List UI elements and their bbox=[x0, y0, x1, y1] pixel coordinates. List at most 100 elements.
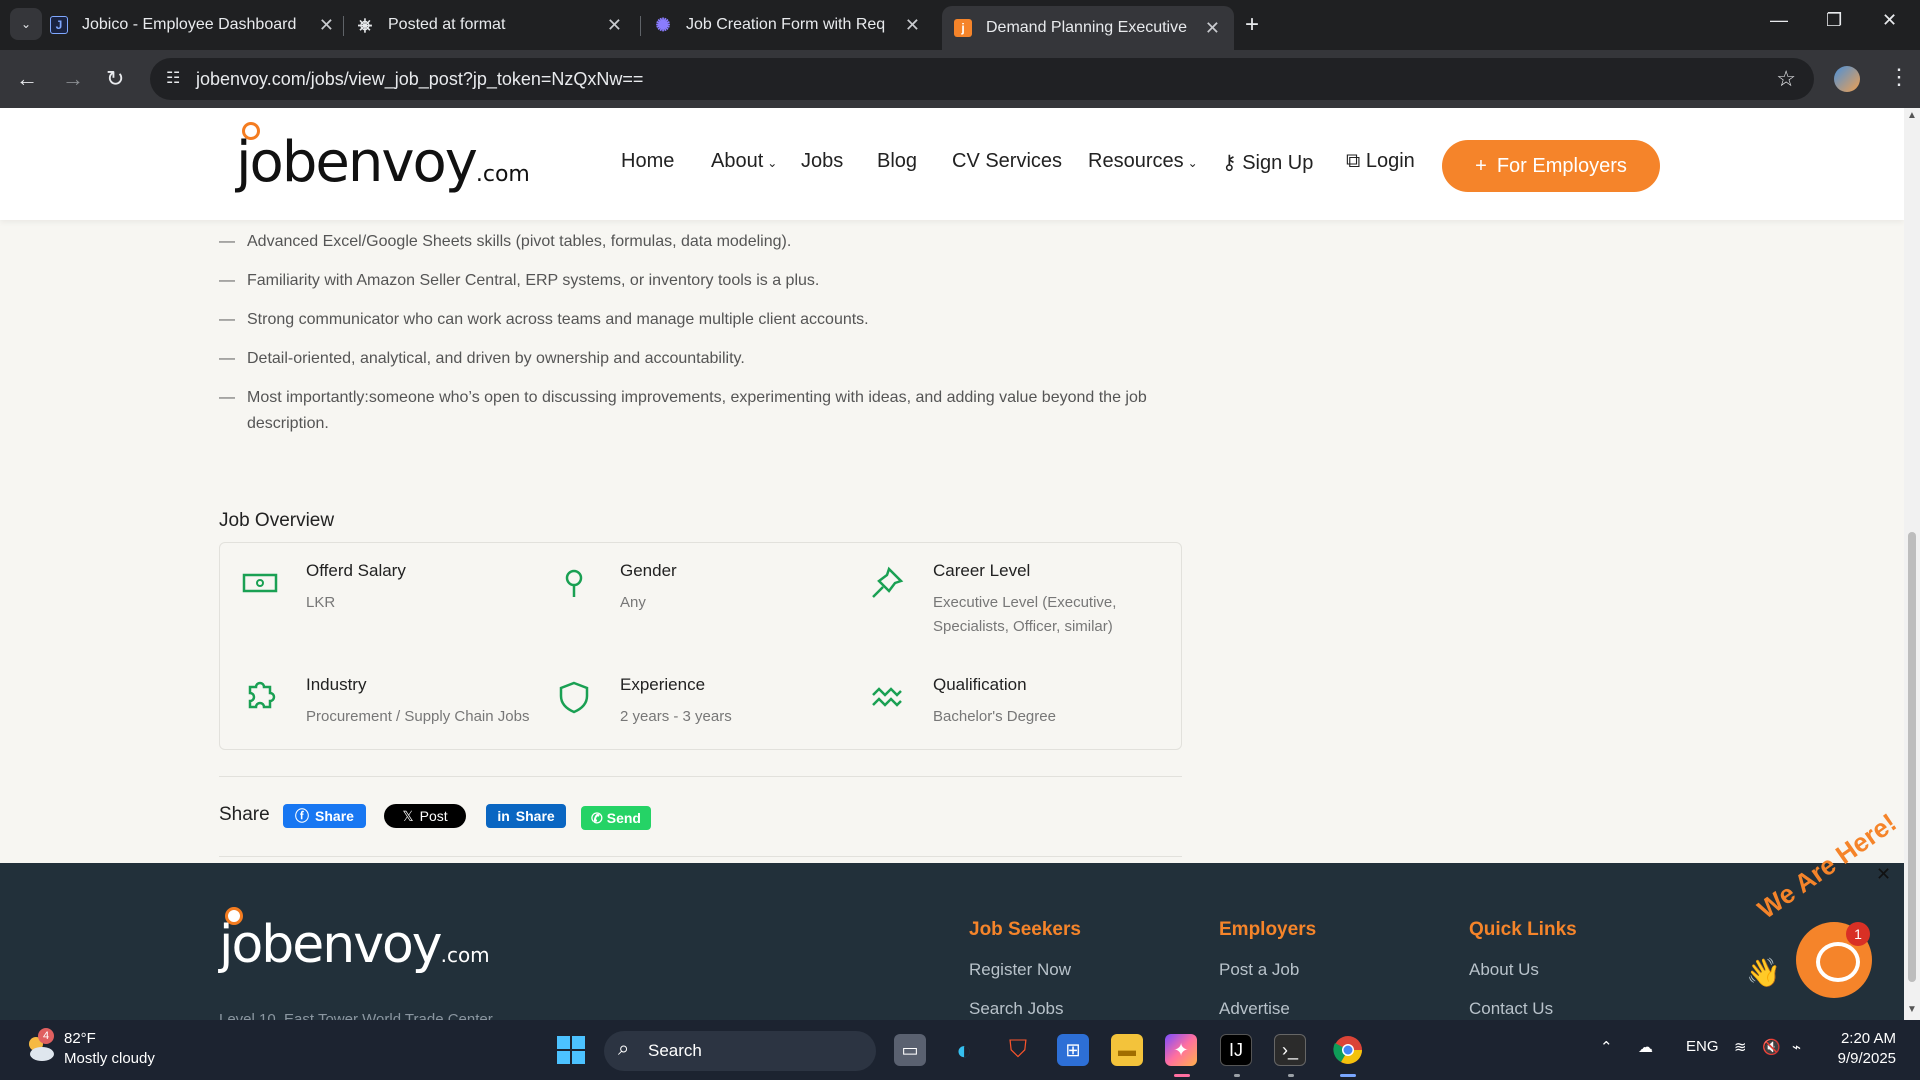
footer-link-advertise[interactable]: Advertise bbox=[1219, 999, 1290, 1019]
tab-title: Jobico - Employee Dashboard bbox=[82, 16, 297, 33]
close-icon[interactable]: ✕ bbox=[607, 15, 622, 36]
money-icon bbox=[242, 573, 278, 593]
overview-value: 2 years - 3 years bbox=[620, 708, 732, 725]
footer-link-register[interactable]: Register Now bbox=[969, 960, 1071, 980]
terminal-icon[interactable]: ›_ bbox=[1274, 1034, 1306, 1066]
footer-logo[interactable]: jobenvoy.com bbox=[219, 907, 490, 975]
weather-temp[interactable]: 82°F bbox=[64, 1030, 96, 1047]
chat-close-icon[interactable]: ✕ bbox=[1876, 864, 1891, 885]
whatsapp-send-button[interactable]: ✆ Send bbox=[581, 806, 651, 830]
footer-link-post-job[interactable]: Post a Job bbox=[1219, 960, 1299, 980]
address-bar[interactable]: ☷ jobenvoy.com/jobs/view_job_post?jp_tok… bbox=[150, 58, 1814, 100]
jetbrains-icon[interactable]: IJ bbox=[1220, 1034, 1252, 1066]
profile-avatar[interactable] bbox=[1834, 66, 1860, 92]
running-indicator bbox=[1234, 1074, 1240, 1077]
footer-link-search-jobs[interactable]: Search Jobs bbox=[969, 999, 1064, 1019]
list-item: Detail-oriented, analytical, and driven … bbox=[219, 346, 1182, 372]
toolbar: ← → ↻ ☷ jobenvoy.com/jobs/view_job_post?… bbox=[0, 50, 1920, 108]
new-tab-button[interactable]: + bbox=[1245, 11, 1259, 39]
nav-blog[interactable]: Blog bbox=[877, 150, 917, 173]
task-view-icon[interactable]: ▭ bbox=[894, 1034, 926, 1066]
overview-value: Any bbox=[620, 594, 646, 611]
search-icon: ⌕ bbox=[618, 1038, 630, 1060]
tab-jobico[interactable]: J Jobico - Employee Dashboard ✕ bbox=[50, 6, 340, 44]
footer-link-about[interactable]: About Us bbox=[1469, 960, 1539, 980]
x-post-label: Post bbox=[419, 808, 448, 824]
url-text[interactable]: jobenvoy.com/jobs/view_job_post?jp_token… bbox=[196, 69, 643, 90]
minimize-icon[interactable]: — bbox=[1770, 10, 1788, 31]
list-item: Familiarity with Amazon Seller Central, … bbox=[219, 268, 1182, 294]
jobenvoy-icon: j bbox=[954, 19, 972, 37]
scroll-down-icon[interactable]: ▼ bbox=[1907, 1004, 1917, 1015]
nav-cv-services[interactable]: CV Services bbox=[952, 150, 1062, 173]
bookmark-star-icon[interactable]: ☆ bbox=[1776, 66, 1796, 92]
tab-strip: ⌄ J Jobico - Employee Dashboard ✕ ⎈ Post… bbox=[0, 0, 1920, 50]
back-icon[interactable]: ← bbox=[16, 66, 38, 92]
close-icon[interactable]: ✕ bbox=[1205, 18, 1220, 39]
site-logo[interactable]: jobenvoy.com bbox=[236, 122, 530, 195]
requirements-list: Advanced Excel/Google Sheets skills (piv… bbox=[219, 229, 1182, 450]
whatsapp-send-label: Send bbox=[606, 810, 641, 826]
tray-overflow-icon[interactable]: ⌃ bbox=[1600, 1038, 1613, 1056]
taskbar-search[interactable]: ⌕ Search bbox=[604, 1031, 876, 1071]
clock-time[interactable]: 2:20 AM bbox=[1838, 1030, 1896, 1047]
copilot-icon[interactable]: ✦ bbox=[1165, 1034, 1197, 1066]
pin-icon bbox=[872, 566, 904, 598]
share-label: Share bbox=[219, 804, 270, 825]
close-window-icon[interactable]: ✕ bbox=[1882, 10, 1897, 31]
restore-icon[interactable]: ❐ bbox=[1826, 10, 1842, 31]
footer-address: Level 10, East Tower World Trade Center bbox=[219, 1011, 493, 1020]
nav-login[interactable]: ⧉ Login bbox=[1346, 150, 1415, 173]
linkedin-share-button[interactable]: in Share bbox=[486, 804, 566, 828]
menu-kebab-icon[interactable]: ⋮ bbox=[1888, 64, 1910, 90]
chrome-icon[interactable] bbox=[1332, 1034, 1364, 1066]
x-post-button[interactable]: 𝕏 Post bbox=[384, 804, 466, 828]
overview-label: Experience bbox=[620, 675, 706, 694]
nav-home[interactable]: Home bbox=[621, 150, 674, 173]
weather-alert-badge: 4 bbox=[38, 1028, 54, 1044]
site-info-icon[interactable]: ☷ bbox=[166, 68, 180, 88]
nav-sign-up-label: Sign Up bbox=[1242, 152, 1314, 174]
volume-muted-icon[interactable]: 🔇 bbox=[1762, 1038, 1781, 1056]
nav-login-label: Login bbox=[1365, 150, 1415, 172]
forward-icon[interactable]: → bbox=[62, 66, 84, 92]
onedrive-icon[interactable]: ☁ bbox=[1638, 1038, 1653, 1056]
nav-jobs[interactable]: Jobs bbox=[801, 150, 843, 173]
tab-search-button[interactable]: ⌄ bbox=[10, 8, 42, 40]
facebook-share-button[interactable]: ⓕ Share bbox=[283, 804, 366, 828]
brave-icon[interactable]: ⛉ bbox=[1002, 1034, 1034, 1066]
microsoft-store-icon[interactable]: ⊞ bbox=[1057, 1034, 1089, 1066]
footer-link-contact[interactable]: Contact Us bbox=[1469, 999, 1553, 1019]
overview-label: Offerd Salary bbox=[306, 561, 406, 580]
clock-date[interactable]: 9/9/2025 bbox=[1830, 1050, 1896, 1067]
tab-demand-planning[interactable]: j Demand Planning Executive ✕ bbox=[942, 6, 1234, 50]
nav-sign-up[interactable]: ⚷ Sign Up bbox=[1222, 150, 1313, 175]
wifi-icon[interactable]: ≋ bbox=[1734, 1038, 1747, 1056]
overview-label: Industry bbox=[306, 675, 367, 694]
language-indicator[interactable]: ENG bbox=[1686, 1038, 1719, 1055]
gender-icon bbox=[565, 569, 583, 597]
scroll-up-icon[interactable]: ▲ bbox=[1907, 110, 1917, 121]
close-icon[interactable]: ✕ bbox=[905, 15, 920, 36]
footer-col-title: Job Seekers bbox=[969, 919, 1081, 940]
logo-text: jobenvoy bbox=[219, 907, 443, 975]
page-scrollbar[interactable]: ▲ ▼ bbox=[1904, 108, 1920, 1020]
tab-job-creation-form[interactable]: ✺ Job Creation Form with Require ✕ bbox=[654, 6, 926, 44]
battery-icon[interactable]: ⌁ bbox=[1792, 1038, 1801, 1056]
reload-icon[interactable]: ↻ bbox=[106, 66, 124, 92]
linkedin-share-label: Share bbox=[515, 808, 555, 824]
shield-icon bbox=[559, 681, 589, 714]
close-icon[interactable]: ✕ bbox=[319, 15, 334, 36]
tab-posted-at-format[interactable]: ⎈ Posted at format ✕ bbox=[356, 6, 628, 44]
waving-hand-icon: 👋 bbox=[1746, 957, 1781, 988]
weather-desc[interactable]: Mostly cloudy bbox=[64, 1050, 155, 1067]
windows-start-icon[interactable] bbox=[555, 1034, 587, 1066]
x-icon: 𝕏 bbox=[402, 807, 414, 824]
nav-about[interactable]: About ⌄ bbox=[711, 150, 777, 173]
site-footer: jobenvoy.com Level 10, East Tower World … bbox=[0, 863, 1904, 1020]
for-employers-button[interactable]: + For Employers bbox=[1442, 140, 1660, 192]
edge-icon[interactable]: ◐ bbox=[948, 1034, 980, 1066]
nav-resources[interactable]: Resources ⌄ bbox=[1088, 150, 1198, 173]
file-explorer-icon[interactable]: ▬ bbox=[1111, 1034, 1143, 1066]
scrollbar-thumb[interactable] bbox=[1908, 532, 1916, 982]
